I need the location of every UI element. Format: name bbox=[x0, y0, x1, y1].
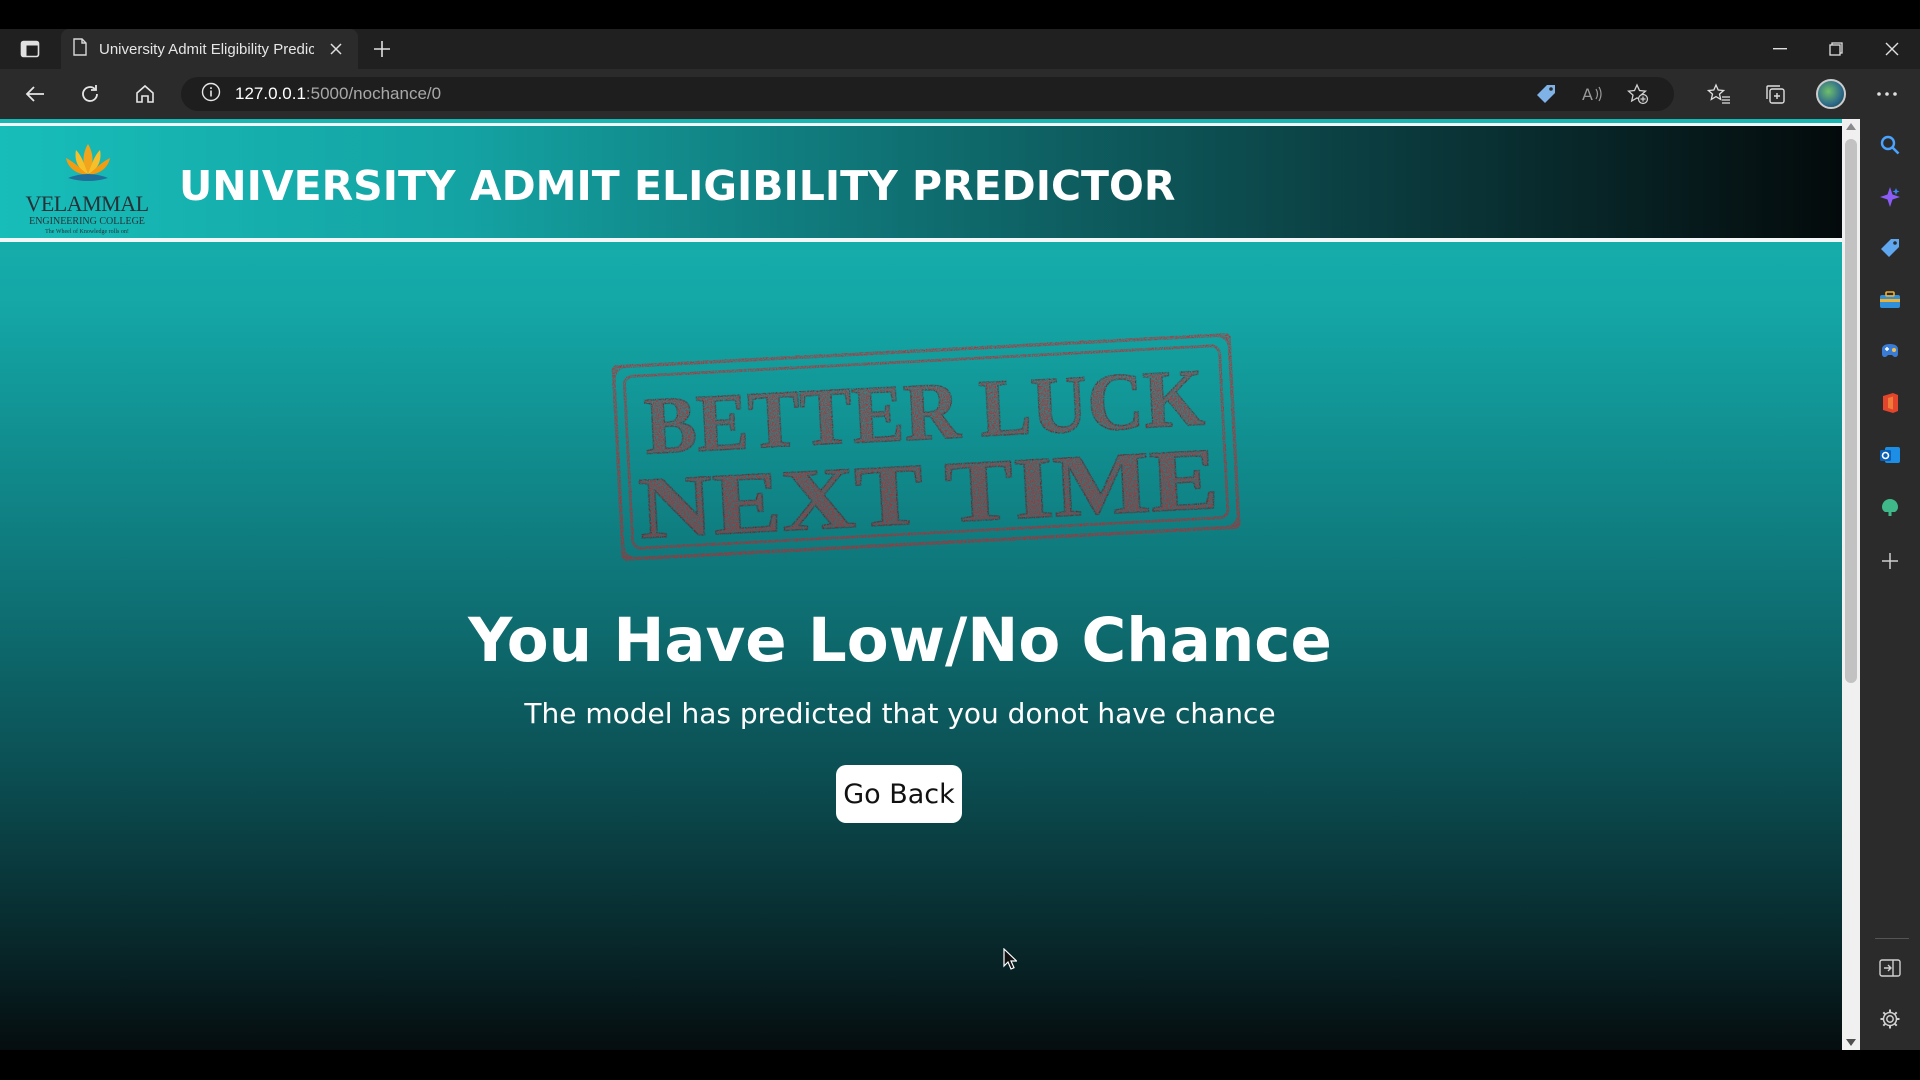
minimize-icon[interactable] bbox=[1752, 29, 1808, 69]
read-aloud-icon[interactable]: A bbox=[1576, 81, 1608, 107]
add-icon[interactable] bbox=[1877, 548, 1903, 574]
scroll-up-icon[interactable] bbox=[1846, 123, 1856, 130]
add-favorite-icon[interactable] bbox=[1622, 81, 1654, 107]
back-icon[interactable] bbox=[20, 80, 50, 108]
profile-avatar[interactable] bbox=[1812, 78, 1850, 110]
settings-icon[interactable] bbox=[1877, 1006, 1903, 1032]
logo-tagline: The Wheel of Knowledge rolls on! bbox=[45, 229, 129, 235]
page-scrollbar[interactable] bbox=[1842, 119, 1860, 1050]
lotus-logo-icon bbox=[66, 144, 110, 181]
svg-text:A: A bbox=[1582, 85, 1593, 104]
result-message: The model has predicted that you donot h… bbox=[524, 697, 1276, 730]
url-text: 127.0.0.1:5000/nochance/0 bbox=[235, 84, 442, 103]
site-title: UNIVERSITY ADMIT ELIGIBILITY PREDICTOR bbox=[179, 162, 1176, 210]
college-logo: VELAMMAL ENGINEERING COLLEGE The Wheel o… bbox=[22, 136, 152, 236]
new-tab-icon[interactable] bbox=[368, 37, 396, 61]
copilot-icon[interactable] bbox=[1877, 184, 1903, 210]
close-tab-icon[interactable] bbox=[326, 39, 346, 59]
tab-actions-icon[interactable] bbox=[16, 37, 44, 61]
screen: University Admit Eligibility Predic 127.… bbox=[0, 0, 1920, 1080]
bottom-bar bbox=[0, 1050, 1920, 1080]
tab-bar: University Admit Eligibility Predic bbox=[0, 29, 1920, 69]
outlook-icon[interactable] bbox=[1877, 442, 1903, 468]
home-icon[interactable] bbox=[130, 80, 160, 108]
scroll-thumb[interactable] bbox=[1845, 139, 1857, 683]
tools-icon[interactable] bbox=[1877, 287, 1903, 313]
edge-sidebar bbox=[1860, 119, 1920, 1050]
more-options-icon[interactable] bbox=[1868, 78, 1906, 110]
site-header: VELAMMAL ENGINEERING COLLEGE The Wheel o… bbox=[0, 123, 1842, 242]
refresh-icon[interactable] bbox=[75, 80, 105, 108]
tab-title: University Admit Eligibility Predic bbox=[99, 40, 314, 58]
shopping-tag-icon[interactable] bbox=[1530, 81, 1562, 107]
page-viewport: VELAMMAL ENGINEERING COLLEGE The Wheel o… bbox=[0, 119, 1842, 1050]
active-tab[interactable]: University Admit Eligibility Predic bbox=[61, 29, 358, 69]
office-icon[interactable] bbox=[1877, 390, 1903, 416]
mouse-cursor-icon bbox=[1003, 948, 1017, 970]
browser-toolbar: 127.0.0.1:5000/nochance/0 A bbox=[0, 69, 1920, 119]
split-screen-icon[interactable] bbox=[1877, 955, 1903, 981]
go-back-button[interactable]: Go Back bbox=[836, 765, 962, 823]
logo-subtitle: ENGINEERING COLLEGE bbox=[29, 216, 145, 227]
collections-icon[interactable] bbox=[1756, 78, 1794, 110]
better-luck-stamp: BETTER LUCK NEXT TIME bbox=[606, 327, 1246, 564]
address-bar[interactable]: 127.0.0.1:5000/nochance/0 A bbox=[181, 77, 1674, 111]
search-icon[interactable] bbox=[1877, 132, 1903, 158]
result-headline: You Have Low/No Chance bbox=[468, 605, 1332, 676]
site-info-icon[interactable] bbox=[201, 82, 221, 106]
favorites-icon[interactable] bbox=[1700, 78, 1738, 110]
window-controls bbox=[1752, 29, 1920, 69]
games-icon[interactable] bbox=[1877, 338, 1903, 364]
shopping-icon[interactable] bbox=[1877, 235, 1903, 261]
restore-icon[interactable] bbox=[1808, 29, 1864, 69]
scroll-down-icon[interactable] bbox=[1846, 1039, 1856, 1046]
page-icon bbox=[73, 38, 87, 60]
sidebar-divider bbox=[1875, 938, 1909, 939]
close-window-icon[interactable] bbox=[1864, 29, 1920, 69]
logo-name: VELAMMAL bbox=[25, 191, 149, 216]
drop-icon[interactable] bbox=[1877, 494, 1903, 520]
